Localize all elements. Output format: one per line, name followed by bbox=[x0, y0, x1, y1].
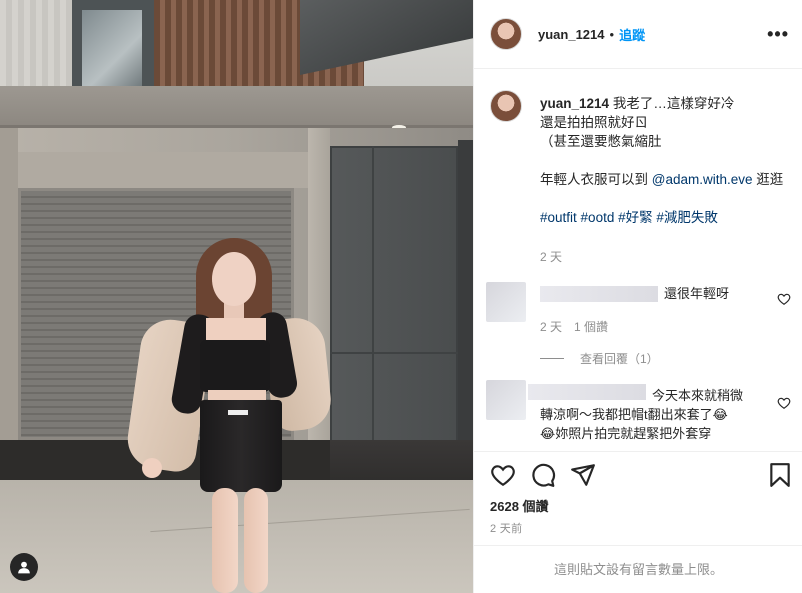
comment-line: 轉涼啊～我都把帽t翻出來套了😂 bbox=[540, 407, 728, 422]
caption-line: 年輕人衣服可以到 bbox=[540, 172, 648, 187]
heart-icon[interactable] bbox=[490, 462, 516, 488]
photo-shutter-header bbox=[18, 152, 308, 188]
comment-text: 還很年輕呀 bbox=[664, 286, 730, 301]
photo-canopy bbox=[0, 86, 473, 128]
post-photo[interactable] bbox=[0, 0, 473, 593]
view-replies-button[interactable]: 查看回覆（1） bbox=[540, 350, 659, 367]
photo-door-seam bbox=[330, 352, 458, 354]
photo-hand bbox=[142, 458, 162, 478]
more-options-icon[interactable]: ••• bbox=[767, 24, 789, 44]
comment-line: 今天本來就稍微 bbox=[652, 388, 744, 403]
caption-line: 還是拍拍照就好ㄖ bbox=[540, 115, 648, 130]
caption-line: （甚至還要憋氣縮肚 bbox=[540, 134, 662, 149]
user-tag-button[interactable] bbox=[10, 553, 38, 581]
caption-line: 逛逛 bbox=[756, 172, 784, 187]
mention-link[interactable]: @adam.with.eve bbox=[652, 172, 753, 187]
photo-leg-right bbox=[244, 488, 268, 593]
post-timestamp[interactable]: 2 天前 bbox=[490, 520, 522, 536]
comment-meta: 2 天 1 個讚 bbox=[540, 318, 608, 335]
view-replies-label: 查看回覆（1） bbox=[580, 352, 659, 366]
share-icon[interactable] bbox=[570, 462, 596, 488]
user-tag-icon bbox=[18, 561, 30, 574]
photo-door-frame bbox=[458, 140, 473, 450]
avatar[interactable] bbox=[486, 282, 526, 322]
separator: • bbox=[609, 26, 615, 42]
replies-divider bbox=[540, 358, 564, 359]
photo-leg-left bbox=[212, 488, 238, 593]
hashtag-link[interactable]: #outfit bbox=[540, 210, 577, 225]
photo-skirt-label bbox=[228, 410, 248, 415]
blurred-username[interactable] bbox=[540, 286, 658, 302]
comment-likes[interactable]: 1 個讚 bbox=[574, 320, 608, 334]
photo-crop-top bbox=[200, 340, 270, 392]
avatar[interactable] bbox=[486, 380, 526, 420]
avatar[interactable] bbox=[490, 90, 522, 122]
comment-item: 今天本來就稍微 轉涼啊～我都把帽t翻出來套了😂 😂妳照片拍完就趕緊把外套穿 bbox=[486, 380, 791, 450]
hashtag-link[interactable]: #好緊 bbox=[618, 210, 653, 225]
comment-line: 😂妳照片拍完就趕緊把外套穿 bbox=[540, 426, 712, 441]
hashtag-link[interactable]: #ootd bbox=[581, 210, 615, 225]
photo-door-seam bbox=[372, 146, 374, 442]
comment-item: 還很年輕呀 2 天 1 個讚 查看回覆（1） bbox=[486, 282, 791, 372]
photo-window-glass bbox=[82, 10, 142, 90]
bookmark-icon[interactable] bbox=[767, 462, 793, 488]
post-actions: 2628 個讚 2 天前 這則貼文設有留言數量上限。 bbox=[474, 451, 802, 593]
photo-door bbox=[330, 146, 458, 442]
likes-count[interactable]: 2628 個讚 bbox=[490, 496, 549, 515]
caption-text: yuan_1214 我老了…這樣穿好冷 還是拍拍照就好ㄖ （甚至還要憋氣縮肚 年… bbox=[540, 94, 790, 227]
comment-text: 今天本來就稍微 轉涼啊～我都把帽t翻出來套了😂 😂妳照片拍完就趕緊把外套穿 bbox=[540, 386, 770, 443]
comment-icon[interactable] bbox=[530, 462, 556, 488]
username-link[interactable]: yuan_1214 bbox=[538, 27, 605, 42]
comments-scroll[interactable]: yuan_1214 我老了…這樣穿好冷 還是拍拍照就好ㄖ （甚至還要憋氣縮肚 年… bbox=[474, 70, 802, 450]
caption-time[interactable]: 2 天 bbox=[540, 248, 562, 265]
post-sidebar: yuan_1214 • 追蹤 ••• yuan_1214 我老了…這樣穿好冷 還… bbox=[473, 0, 802, 593]
comment-time[interactable]: 2 天 bbox=[540, 320, 562, 334]
post-header: yuan_1214 • 追蹤 ••• bbox=[474, 0, 802, 69]
avatar[interactable] bbox=[490, 18, 522, 50]
heart-icon[interactable] bbox=[777, 396, 791, 410]
caption-line: 我老了…這樣穿好冷 bbox=[612, 96, 735, 111]
photo-pillar-left bbox=[0, 128, 18, 478]
photo-face bbox=[212, 252, 256, 306]
caption-username[interactable]: yuan_1214 bbox=[540, 96, 609, 111]
follow-button[interactable]: 追蹤 bbox=[619, 25, 645, 44]
comments-limited-notice: 這則貼文設有留言數量上限。 bbox=[474, 545, 802, 593]
photo-building-wall bbox=[0, 0, 72, 95]
heart-icon[interactable] bbox=[777, 292, 791, 306]
hashtag-link[interactable]: #減肥失敗 bbox=[656, 210, 718, 225]
